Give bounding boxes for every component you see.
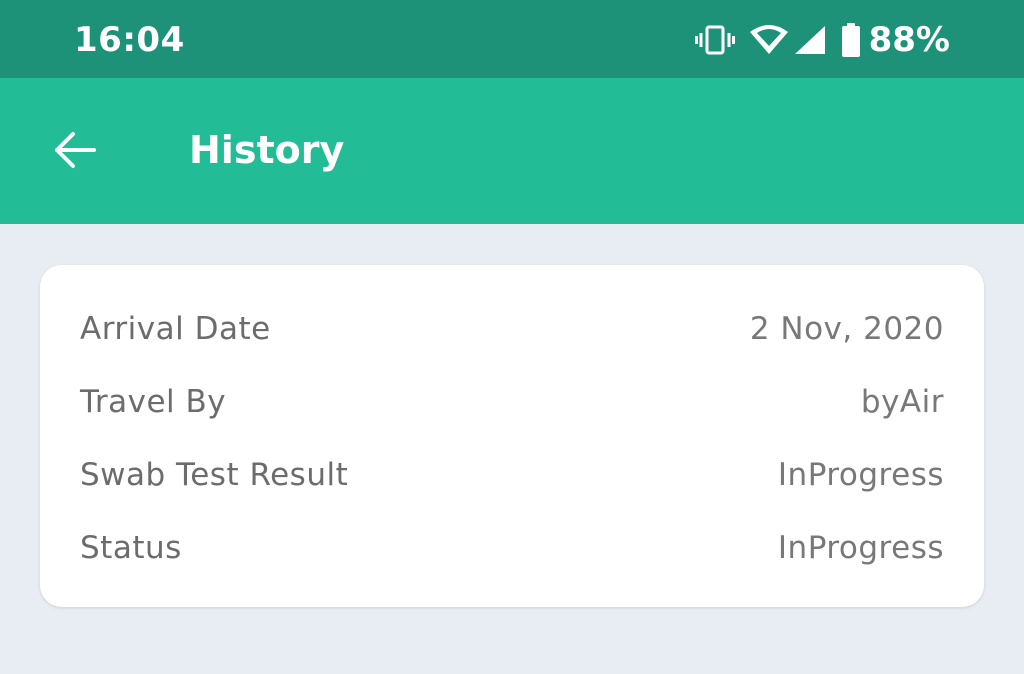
- status-time: 16:04: [74, 20, 185, 60]
- row-label: Travel By: [80, 384, 227, 420]
- arrow-left-icon: [52, 130, 96, 174]
- row-label: Status: [80, 530, 182, 566]
- wifi-icon: [749, 24, 789, 56]
- back-button[interactable]: [44, 122, 104, 182]
- row-value: InProgress: [777, 457, 944, 493]
- page-title: History: [189, 128, 345, 172]
- signal-icon: [793, 24, 827, 56]
- history-card[interactable]: Arrival Date 2 Nov, 2020 Travel By byAir…: [40, 265, 984, 607]
- history-row-swab-test-result: Swab Test Result InProgress: [80, 450, 944, 500]
- history-row-status: Status InProgress: [80, 523, 944, 573]
- battery-icon: [841, 23, 861, 57]
- row-value: InProgress: [777, 530, 944, 566]
- vibrate-icon: [694, 24, 735, 56]
- row-label: Swab Test Result: [80, 457, 349, 493]
- battery-percent: 88%: [868, 20, 950, 60]
- row-label: Arrival Date: [80, 311, 271, 347]
- history-row-travel-by: Travel By byAir: [80, 377, 944, 427]
- app-bar: History: [0, 78, 1024, 224]
- row-value: 2 Nov, 2020: [749, 311, 944, 347]
- row-value: byAir: [860, 384, 944, 420]
- status-bar: 16:04 88%: [0, 0, 1024, 78]
- history-row-arrival-date: Arrival Date 2 Nov, 2020: [80, 304, 944, 354]
- status-icons: 88%: [694, 18, 950, 62]
